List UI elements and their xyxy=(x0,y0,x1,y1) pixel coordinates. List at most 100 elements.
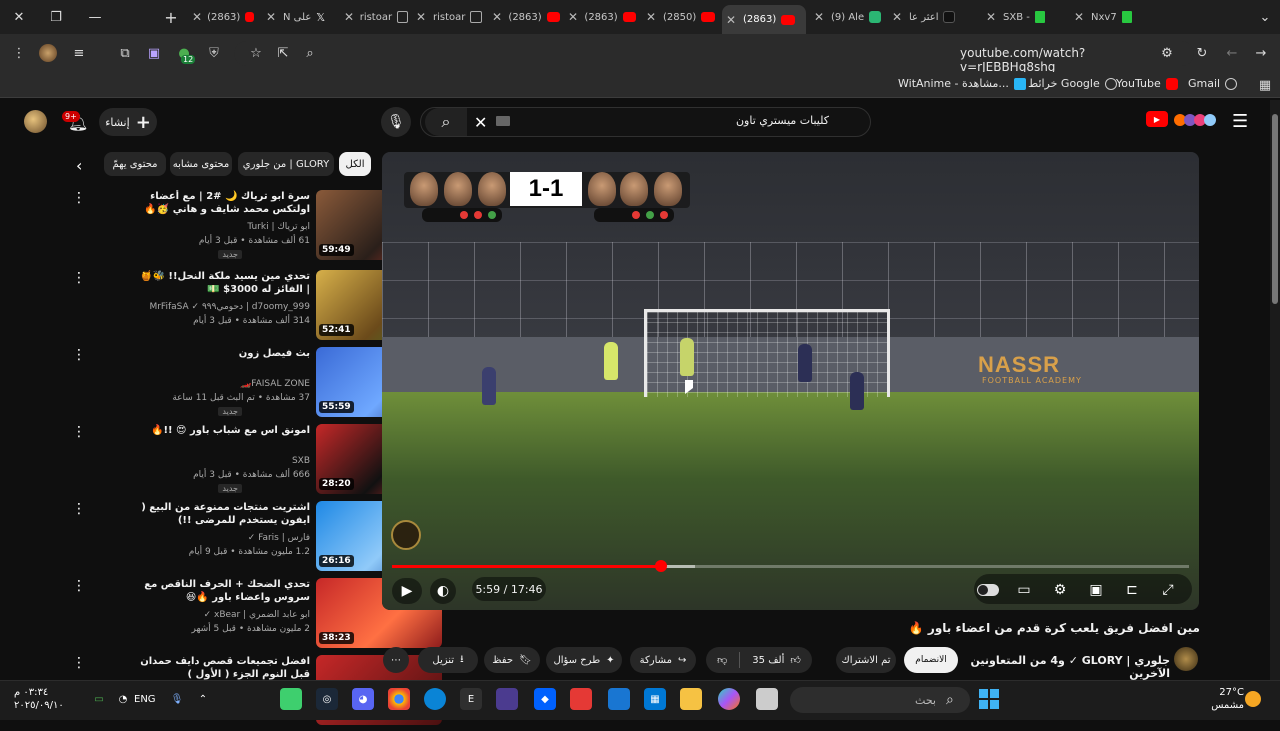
store-icon[interactable]: ▦ xyxy=(644,688,666,710)
more-actions-icon[interactable]: ⋯ xyxy=(383,647,409,673)
search-icon[interactable]: ⌕ xyxy=(425,108,467,136)
shield-icon[interactable]: ⛨ xyxy=(205,44,223,62)
browser-tab[interactable]: ✕ N على 𝕏 xyxy=(262,5,338,29)
input-language[interactable]: ENG xyxy=(134,694,156,705)
back-icon[interactable]: → xyxy=(1252,44,1270,62)
browser-tab[interactable]: ✕ Nxv7 xyxy=(1070,5,1154,29)
media-controls-icon[interactable]: ≡ xyxy=(70,44,88,62)
more-options-icon[interactable]: ⋮ xyxy=(72,501,86,517)
edge-icon[interactable] xyxy=(424,688,446,710)
video-title[interactable]: اشتريت منتجات ممنوعة من البيع ( ايفون يس… xyxy=(138,501,310,527)
chips-next-arrow-icon[interactable]: ‹ xyxy=(76,156,82,175)
channel-name[interactable]: فارس | Faris ✓ xyxy=(138,533,310,543)
close-tab-icon[interactable]: ✕ xyxy=(344,10,355,24)
browser-tab[interactable]: ✕ (2850) xyxy=(642,5,722,29)
app-icon[interactable] xyxy=(496,688,518,710)
browser-tab[interactable]: ✕ (2863) xyxy=(188,5,258,29)
autoplay-toggle-icon[interactable] xyxy=(974,578,1002,602)
volume-icon[interactable]: ◐ xyxy=(430,578,456,604)
close-tab-icon[interactable]: ✕ xyxy=(416,10,428,24)
browser-tab[interactable]: ✕ SXB - xyxy=(982,5,1066,29)
epic-games-icon[interactable]: E xyxy=(460,688,482,710)
ask-button[interactable]: طرح سؤال ✦ xyxy=(546,647,622,673)
guide-menu-icon[interactable]: ☰ xyxy=(1232,111,1248,132)
channel-name[interactable]: ابو عابد الضمري | xBear ✓ xyxy=(138,610,310,620)
network-icon[interactable]: ◔ xyxy=(112,688,134,710)
windows-start-icon[interactable] xyxy=(979,689,999,709)
tray-overflow-icon[interactable]: ⌃ xyxy=(192,688,214,710)
taskbar-search[interactable]: بحث xyxy=(790,687,970,713)
channel-watermark[interactable] xyxy=(391,520,421,550)
youtube-logo[interactable]: ▶ xyxy=(1146,111,1168,127)
more-options-icon[interactable]: ⋮ xyxy=(72,578,86,594)
browser-menu-icon[interactable]: ⋮ xyxy=(10,44,28,62)
profile-avatar[interactable] xyxy=(39,44,57,62)
close-tab-icon[interactable]: ✕ xyxy=(726,13,738,27)
browser-tab[interactable]: ✕ (2863) xyxy=(564,5,640,29)
join-button[interactable]: الانضمام xyxy=(904,647,958,673)
more-options-icon[interactable]: ⋮ xyxy=(72,270,86,286)
scrollbar-thumb[interactable] xyxy=(1272,114,1278,304)
close-tab-icon[interactable]: ✕ xyxy=(814,10,826,24)
browser-tab[interactable]: ✕ ristoar xyxy=(340,5,412,29)
app-icon[interactable] xyxy=(280,688,302,710)
battery-icon[interactable]: ▭ xyxy=(88,688,110,710)
extensions-icon[interactable]: ⧉ xyxy=(116,44,134,62)
browser-tab[interactable]: ✕ (9) Ale xyxy=(810,5,886,29)
voice-search-mic-icon[interactable]: 🎙︎ xyxy=(381,107,411,137)
close-tab-icon[interactable]: ✕ xyxy=(568,10,579,24)
search-input[interactable]: كليبات ميستري تاون xyxy=(600,114,829,127)
share-button[interactable]: مشاركة ↪ xyxy=(630,647,696,673)
video-title[interactable]: تحدي مين يسيد ملكة النحل!! 🐝🍯 | الفائز ل… xyxy=(138,270,310,296)
browser-tab[interactable]: ✕ اعثر عا xyxy=(888,5,978,29)
chip-recommended[interactable]: محتوى يهمّ xyxy=(104,152,166,176)
chip-all[interactable]: الكل xyxy=(339,152,371,176)
channel-name[interactable]: ابو ترياك | Turki xyxy=(138,222,310,232)
like-icon[interactable]: 👍︎ xyxy=(790,654,800,666)
dropbox-icon[interactable]: ◆ xyxy=(534,688,556,710)
tab-search-chevron-icon[interactable]: ⌄ xyxy=(1252,5,1278,29)
bookmark-witanime[interactable]: WitAnime - مشاهدة... xyxy=(898,77,1026,90)
share-page-icon[interactable]: ⇱ xyxy=(274,44,292,62)
copilot-icon[interactable] xyxy=(718,688,740,710)
theater-mode-icon[interactable]: ▣ xyxy=(1082,578,1110,602)
channel-name[interactable]: SXB xyxy=(138,456,310,466)
recommendation-item[interactable]: ⋮ 52:41 تحدي مين يسيد ملكة النحل!! 🐝🍯 | ال… xyxy=(72,270,442,346)
weather-widget[interactable]: 27°C مشمس xyxy=(1200,686,1244,712)
chrome-icon[interactable] xyxy=(388,688,410,710)
subscribed-button[interactable]: تم الاشتراك xyxy=(836,647,896,673)
fullscreen-icon[interactable]: ⤢ xyxy=(1154,578,1182,602)
restore-window-icon[interactable]: ❐ xyxy=(43,5,69,29)
close-tab-icon[interactable]: ✕ xyxy=(492,10,503,24)
extension-icon[interactable]: ▣ xyxy=(145,44,163,62)
video-title[interactable]: سرة ابو ترياك 🌙 #2 | مع أعضاء اولتكس محم… xyxy=(138,190,310,218)
download-button[interactable]: تنزيل ⭳ xyxy=(418,647,478,673)
minimize-window-icon[interactable]: — xyxy=(82,5,108,29)
video-title[interactable]: امونق اس مع شباب باور 😍 !!🔥 xyxy=(138,424,310,437)
subtitles-icon[interactable]: ▭ xyxy=(1010,578,1038,602)
browser-tab[interactable]: ✕ (2863) xyxy=(488,5,564,29)
recommendation-item[interactable]: ⋮ 59:49 سرة ابو ترياك 🌙 #2 | مع أعضاء اولت… xyxy=(72,190,442,266)
app-icon[interactable] xyxy=(570,688,592,710)
close-tab-icon[interactable]: ✕ xyxy=(1074,10,1086,24)
video-title[interactable]: افضل تجميعات قصص دايف حمدان قبل النوم ال… xyxy=(138,655,310,681)
recommendation-item[interactable]: ⋮ 28:20 امونق اس مع شباب باور 😍 !!🔥 SXB 666 … xyxy=(72,424,442,500)
keyboard-icon[interactable] xyxy=(496,116,510,126)
recommendation-item[interactable]: ⋮ 26:16 اشتريت منتجات ممنوعة من البيع ( اي… xyxy=(72,501,442,577)
video-title[interactable]: بث فيصل زون xyxy=(138,347,310,360)
channel-name[interactable]: جلوري | GLORY ✓ و4 من المتعاونين الآخرين xyxy=(970,654,1170,680)
close-tab-icon[interactable]: ✕ xyxy=(892,10,904,24)
settings-gear-icon[interactable]: ⚙ xyxy=(1046,578,1074,602)
clear-search-icon[interactable]: ✕ xyxy=(474,113,487,132)
video-player[interactable]: NASSR FOOTBALL ACADEMY 1-1 ▶ ◐ 5:59 / 17… xyxy=(382,152,1199,610)
video-title[interactable]: تحدي الضحك + الحرف الناقص مع سروس واعضاء… xyxy=(138,578,310,604)
steam-icon[interactable]: ◎ xyxy=(316,688,338,710)
reload-icon[interactable]: ↻ xyxy=(1193,44,1211,62)
cast-icon[interactable]: ⊏ xyxy=(1118,578,1146,602)
more-options-icon[interactable]: ⋮ xyxy=(72,190,86,206)
discord-icon[interactable]: ◕ xyxy=(352,688,374,710)
chip-from-glory[interactable]: من جلوري | GLORY xyxy=(238,152,334,176)
play-icon[interactable]: ▶ xyxy=(392,578,422,604)
bookmark-gmail[interactable]: Gmail xyxy=(1188,77,1238,90)
channel-name[interactable]: FAISAL ZONE🏎️ xyxy=(138,379,310,389)
